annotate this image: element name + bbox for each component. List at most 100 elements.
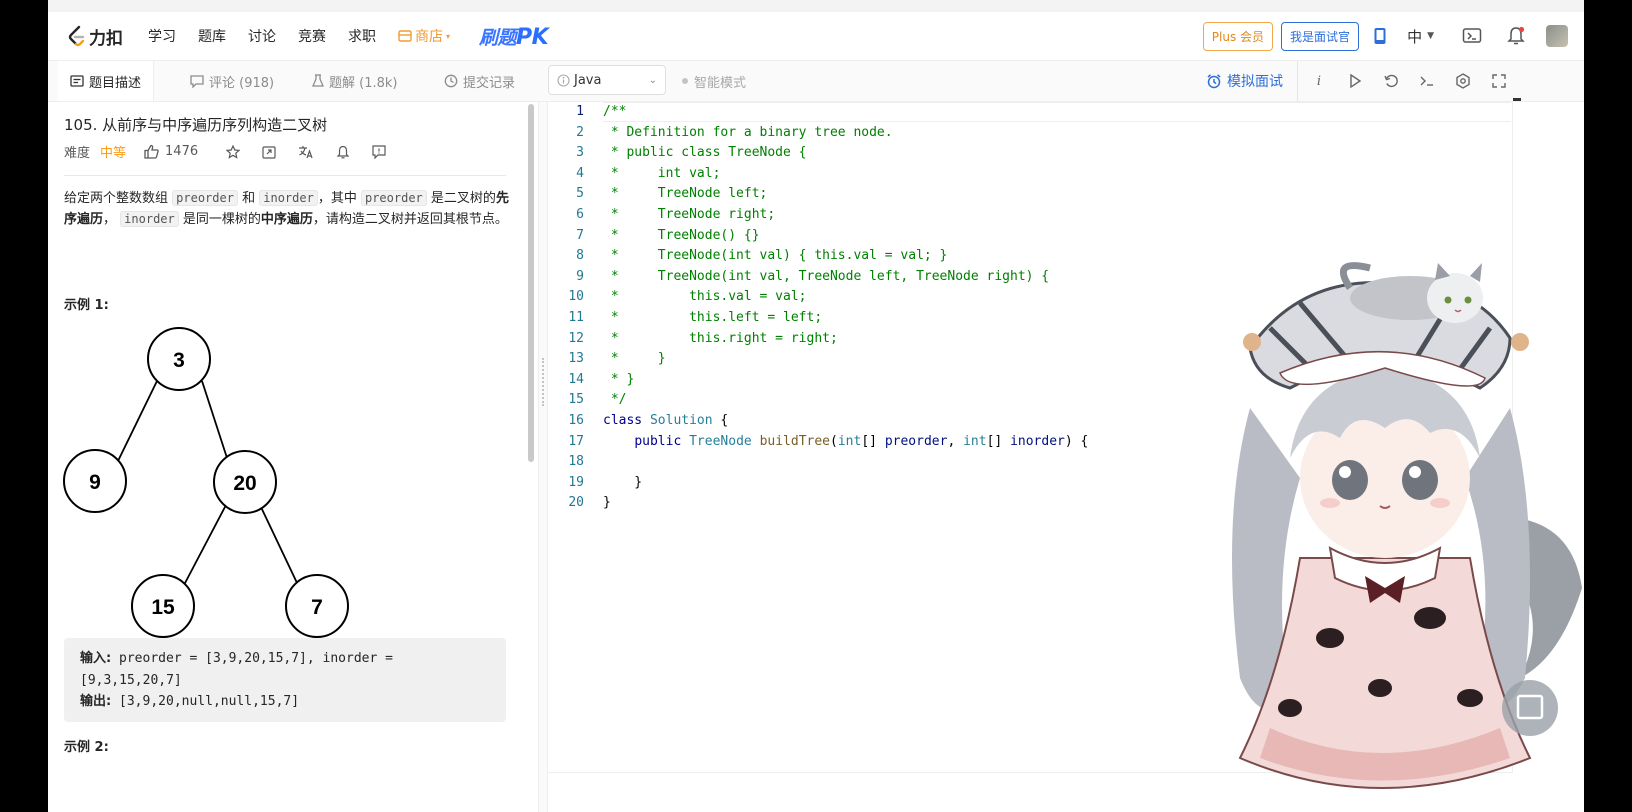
code-preorder: preorder [360,190,427,206]
nav-item-problems[interactable]: 题库 [198,26,226,46]
nav-item-contest[interactable]: 竞赛 [298,26,326,46]
share-icon[interactable] [262,145,276,159]
pk-prefix: 刷题 [479,26,517,49]
tab-submissions[interactable]: 提交记录 [444,61,515,101]
line-number: 8 [576,248,584,264]
desc-text: 是同一棵树的 [182,212,261,227]
code-line: class Solution { [603,412,729,428]
smart-mode-label: 智能模式 [694,75,747,91]
question-meta: 难度 中等 1476 [64,142,386,161]
desc-text: ， [103,212,117,227]
code-line: public TreeNode buildTree(int[] preorder… [634,433,1089,449]
alarm-icon [1207,74,1221,89]
example-io-box: 输入: preorder = [3,9,20,15,7], inorder = … [64,638,506,722]
chevron-down-icon: ▼ [1427,31,1434,41]
terminal-icon[interactable] [1418,72,1436,90]
tab-description-label: 题目描述 [89,75,142,91]
code-line: * public class TreeNode { [603,145,807,161]
nav-item-jobs[interactable]: 求职 [348,26,376,46]
example-2-title: 示例 2: [64,740,109,755]
like-count: 1476 [165,144,199,159]
phone-icon[interactable] [1373,27,1387,45]
language-toggle[interactable]: 中 ▼ [1407,26,1434,47]
reset-icon[interactable] [1382,72,1400,90]
logo-icon [68,25,85,47]
line-number: 14 [568,371,584,387]
chevron-down-icon: ⌄ [648,74,657,86]
question-title: 105. 从前序与中序遍历序列构造二叉树 [64,116,328,134]
code-line: * this.left = left; [603,309,823,325]
language-toggle-label: 中 [1407,27,1423,46]
difficulty-badge: 中等 [100,146,127,161]
tree-edge [201,380,229,462]
like-button[interactable]: 1476 [144,144,198,159]
code-line: /** [603,104,627,119]
line-number: 17 [568,433,584,449]
fullscreen-icon[interactable] [1490,72,1508,90]
interviewer-button[interactable]: 我是面试官 [1281,21,1360,51]
play-icon[interactable] [1346,72,1364,90]
line-number: 9 [576,268,584,284]
code-line: * int val; [603,165,721,181]
smart-mode-dot [682,78,688,84]
leetcode-app: 力扣 学习 题库 讨论 竞赛 求职 商店 ▾ 刷题PK Plus 会员 我是面试… [48,0,1584,812]
top-nav-bar: 力扣 学习 题库 讨论 竞赛 求职 商店 ▾ 刷题PK Plus 会员 我是面试… [48,12,1584,61]
line-number: 16 [568,412,584,428]
plus-member-button[interactable]: Plus 会员 [1202,21,1274,51]
tree-node-label: 9 [89,471,101,494]
star-icon[interactable] [226,144,241,159]
splitter-handle[interactable] [542,358,546,406]
code-line: * TreeNode() {} [603,227,760,243]
settings-icon[interactable] [1454,72,1472,90]
line-number: 4 [576,165,584,181]
logo[interactable]: 力扣 [68,24,123,49]
nav-item-discuss[interactable]: 讨论 [248,26,276,46]
tab-solutions[interactable]: 题解 (1.8k) [312,61,397,101]
description-scrollbar[interactable] [528,104,534,462]
tree-edge [259,504,299,586]
bell-outline-icon[interactable] [336,145,350,159]
input-label: 输入: [80,651,112,666]
description-icon [70,75,84,87]
tab-description[interactable]: 题目描述 [58,61,155,101]
code-line: * } [603,351,666,367]
code-line: * } [603,371,635,387]
bell-icon[interactable] [1506,26,1526,46]
line-number: 3 [576,145,584,161]
info-icon [557,73,570,87]
tab-solutions-label: 题解 (1.8k) [329,75,398,91]
feedback-icon[interactable] [372,144,386,159]
tab-comments[interactable]: 评论 (918) [190,61,274,101]
clock-icon [444,74,458,88]
avatar[interactable] [1546,25,1568,47]
pk-suffix: PK [516,24,549,50]
logo-text: 力扣 [89,28,123,49]
smart-mode-toggle[interactable]: 智能模式 [682,61,746,101]
desc-text: 给定两个整数数组 [64,191,169,206]
output-label: 输出: [80,694,112,709]
brush-pk-logo[interactable]: 刷题PK [479,23,549,50]
tab-bar: 题目描述 评论 (918) 题解 (1.8k) 提交记录 Java ⌄ 智能模式… [48,61,1584,102]
code-area[interactable]: /** * Definition for a binary tree node.… [603,102,1088,514]
line-number: 13 [568,351,584,367]
translate-icon[interactable] [298,145,314,159]
nav-item-learn[interactable]: 学习 [148,26,176,46]
nav-item-shop[interactable]: 商店 ▾ [398,26,450,46]
difficulty-label: 难度 [64,146,91,161]
tab-submissions-label: 提交记录 [463,75,516,91]
italic-info-icon[interactable]: i [1310,72,1328,90]
mock-interview-button[interactable]: 模拟面试 [1206,61,1298,101]
mock-interview-label: 模拟面试 [1227,74,1283,90]
code-line: * this.right = right; [603,330,838,346]
code-line: * Definition for a binary tree node. [603,124,893,140]
question-description: 给定两个整数数组 preorder 和 inorder ，其中 preorder … [64,188,509,230]
remote-icon[interactable] [1462,27,1484,45]
chevron-down-icon: ▾ [446,31,451,41]
panel-splitter[interactable] [538,102,548,812]
tree-node-label: 15 [151,596,175,619]
code-line: * this.val = val; [603,289,807,305]
language-select[interactable]: Java ⌄ [548,65,666,95]
line-number: 20 [568,495,584,511]
desc-text: ，请构造二叉树并返回其根节点。 [312,212,508,227]
output-value: [3,9,20,null,null,15,7] [111,694,300,709]
